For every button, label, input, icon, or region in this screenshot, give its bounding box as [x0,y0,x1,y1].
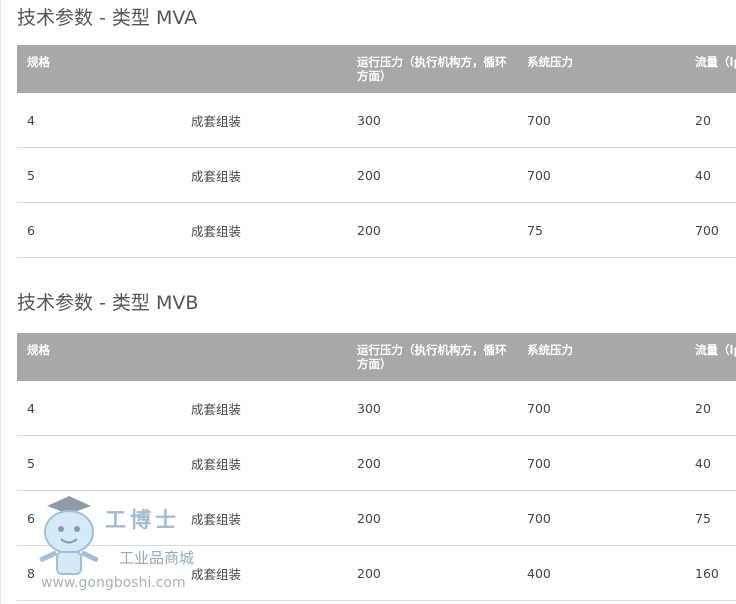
cell-size: 5 [17,147,181,203]
cell-flow: 700 [685,202,736,258]
section-title: 技术参数 - 类型 MVB [17,292,199,314]
spec-table: 规格 运行压力（执行机构方，循环方面） 系统压力 流量（lpm） 4 成套组装 … [17,45,736,258]
cell-system-pressure: 700 [517,435,685,491]
cell-flow: 40 [685,147,736,203]
column-header-size: 规格 [17,45,181,93]
cell-size: 5 [17,435,181,491]
cell-operating-pressure: 200 [347,490,517,546]
cell-operating-pressure: 200 [347,147,517,203]
column-header-system-pressure: 系统压力 [517,333,685,381]
cell-size: 6 [17,202,181,258]
cell-system-pressure: 700 [517,93,685,148]
cell-flow: 20 [685,381,736,436]
cell-operating-pressure: 300 [347,381,517,436]
cell-system-pressure: 700 [517,147,685,203]
column-header-type [181,45,347,93]
watermark-url: www.gongboshi.com [41,575,186,591]
cell-type: 成套组装 [181,93,347,148]
cell-type: 成套组装 [181,545,347,601]
watermark-brand: 工博士 [105,508,180,532]
column-header-system-pressure: 系统压力 [517,45,685,93]
cell-flow: 75 [685,490,736,546]
table-row: 4 成套组装 300 700 20 [17,93,736,148]
cell-flow: 160 [685,545,736,601]
cell-system-pressure: 75 [517,202,685,258]
cell-flow: 40 [685,435,736,491]
cell-type: 成套组装 [181,147,347,203]
cell-operating-pressure: 200 [347,435,517,491]
cell-system-pressure: 400 [517,545,685,601]
cell-operating-pressure: 300 [347,93,517,148]
cell-type: 成套组装 [181,202,347,258]
column-header-operating-pressure: 运行压力（执行机构方，循环方面） [347,45,517,93]
page-left-border [0,0,1,604]
cell-type: 成套组装 [181,435,347,491]
cell-size: 4 [17,381,181,436]
cell-system-pressure: 700 [517,490,685,546]
cell-type: 成套组装 [181,381,347,436]
column-header-flow: 流量（lpm） [685,45,736,93]
robot-mascot-icon [39,496,99,575]
table-row: 6 成套组装 200 75 700 [17,202,736,258]
column-header-flow: 流量（lpm） [685,333,736,381]
table-header-row: 规格 运行压力（执行机构方，循环方面） 系统压力 流量（lpm） [17,333,736,381]
table-header-row: 规格 运行压力（执行机构方，循环方面） 系统压力 流量（lpm） [17,45,736,93]
column-header-type [181,333,347,381]
column-header-operating-pressure: 运行压力（执行机构方，循环方面） [347,333,517,381]
cell-operating-pressure: 200 [347,545,517,601]
table-row: 5 成套组装 200 700 40 [17,435,736,491]
column-header-size: 规格 [17,333,181,381]
watermark: 工博士 工业品商城 www.gongboshi.com [33,492,203,600]
table-row: 4 成套组装 300 700 20 [17,381,736,436]
cell-size: 4 [17,93,181,148]
table-row: 5 成套组装 200 700 40 [17,147,736,203]
cell-type: 成套组装 [181,490,347,546]
cell-system-pressure: 700 [517,381,685,436]
cell-flow: 20 [685,93,736,148]
section-title: 技术参数 - 类型 MVA [17,7,198,29]
watermark-subtitle: 工业品商城 [119,549,195,567]
cell-operating-pressure: 200 [347,202,517,258]
